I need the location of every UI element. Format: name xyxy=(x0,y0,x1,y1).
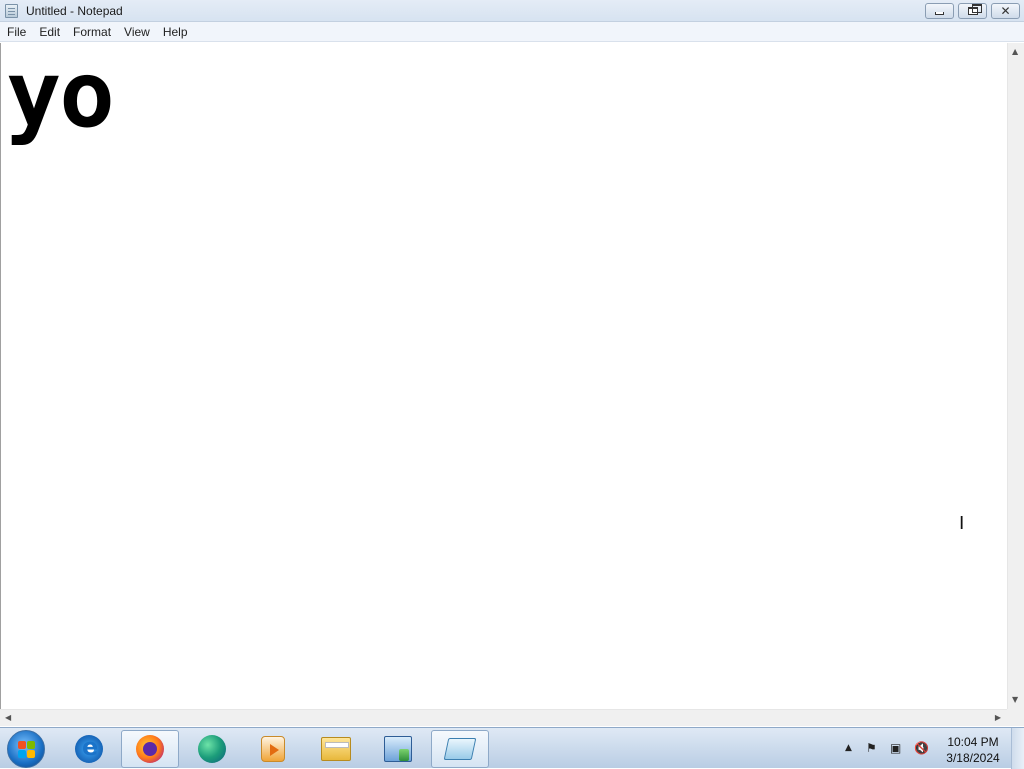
control-panel-icon xyxy=(384,736,412,762)
scroll-up-icon[interactable]: ▲ xyxy=(1012,48,1018,56)
text-cursor-icon: I xyxy=(959,513,965,534)
menu-help[interactable]: Help xyxy=(157,22,194,42)
taskbar-notepad[interactable] xyxy=(431,730,489,768)
menu-format[interactable]: Format xyxy=(67,22,117,42)
windows-logo-icon xyxy=(18,741,36,759)
scroll-right-icon[interactable]: ▶ xyxy=(995,714,1001,722)
scroll-down-icon[interactable]: ▼ xyxy=(1012,696,1018,704)
scroll-left-icon[interactable]: ◀ xyxy=(5,714,11,722)
show-desktop-button[interactable] xyxy=(1011,728,1024,769)
menu-file[interactable]: File xyxy=(1,22,32,42)
internet-explorer-icon xyxy=(75,733,103,763)
taskbar-media-player[interactable] xyxy=(244,730,302,768)
editor-content[interactable]: yo xyxy=(6,49,115,141)
restore-button[interactable] xyxy=(958,3,987,19)
text-editor[interactable]: yo xyxy=(0,43,1007,709)
title-bar[interactable]: Untitled - Notepad ✕ xyxy=(0,0,1024,22)
taskbar-file-explorer[interactable] xyxy=(307,730,365,768)
taskbar: ▲ ⚑ ▣ 🔇 10:04 PM 3/18/2024 xyxy=(0,727,1024,769)
menu-view[interactable]: View xyxy=(118,22,156,42)
show-hidden-icons-icon[interactable]: ▲ xyxy=(845,744,852,753)
start-button[interactable] xyxy=(7,730,45,768)
clock-date: 3/18/2024 xyxy=(946,751,1000,765)
window-title: Untitled - Notepad xyxy=(26,4,123,18)
taskbar-firefox[interactable] xyxy=(121,730,179,768)
taskbar-edge[interactable] xyxy=(183,730,241,768)
firefox-icon xyxy=(136,735,164,763)
notepad-icon xyxy=(443,738,477,760)
media-player-icon xyxy=(261,736,285,762)
edge-icon xyxy=(198,735,226,763)
taskbar-control-panel[interactable] xyxy=(369,730,427,768)
size-grip[interactable] xyxy=(1007,709,1024,726)
close-icon: ✕ xyxy=(1000,4,1011,18)
notepad-icon[interactable] xyxy=(5,4,18,18)
vertical-scrollbar[interactable]: ▲ ▼ xyxy=(1007,43,1024,709)
clock[interactable]: 10:04 PM 3/18/2024 xyxy=(940,734,1006,766)
taskbar-internet-explorer[interactable] xyxy=(60,730,118,768)
clock-time: 10:04 PM xyxy=(947,735,999,749)
minimize-icon xyxy=(935,12,944,15)
firefox-globe-icon xyxy=(143,742,157,756)
volume-muted-icon[interactable]: 🔇 xyxy=(914,742,929,754)
menu-edit[interactable]: Edit xyxy=(33,22,66,42)
network-icon[interactable]: ▣ xyxy=(890,742,901,754)
menu-bar: File Edit Format View Help xyxy=(0,22,1024,42)
horizontal-scrollbar[interactable]: ◀ ▶ xyxy=(0,709,1007,726)
file-explorer-icon xyxy=(321,737,351,761)
minimize-button[interactable] xyxy=(925,3,954,19)
action-center-flag-icon[interactable]: ⚑ xyxy=(866,742,877,754)
close-button[interactable]: ✕ xyxy=(991,3,1020,19)
restore-icon xyxy=(967,4,982,15)
